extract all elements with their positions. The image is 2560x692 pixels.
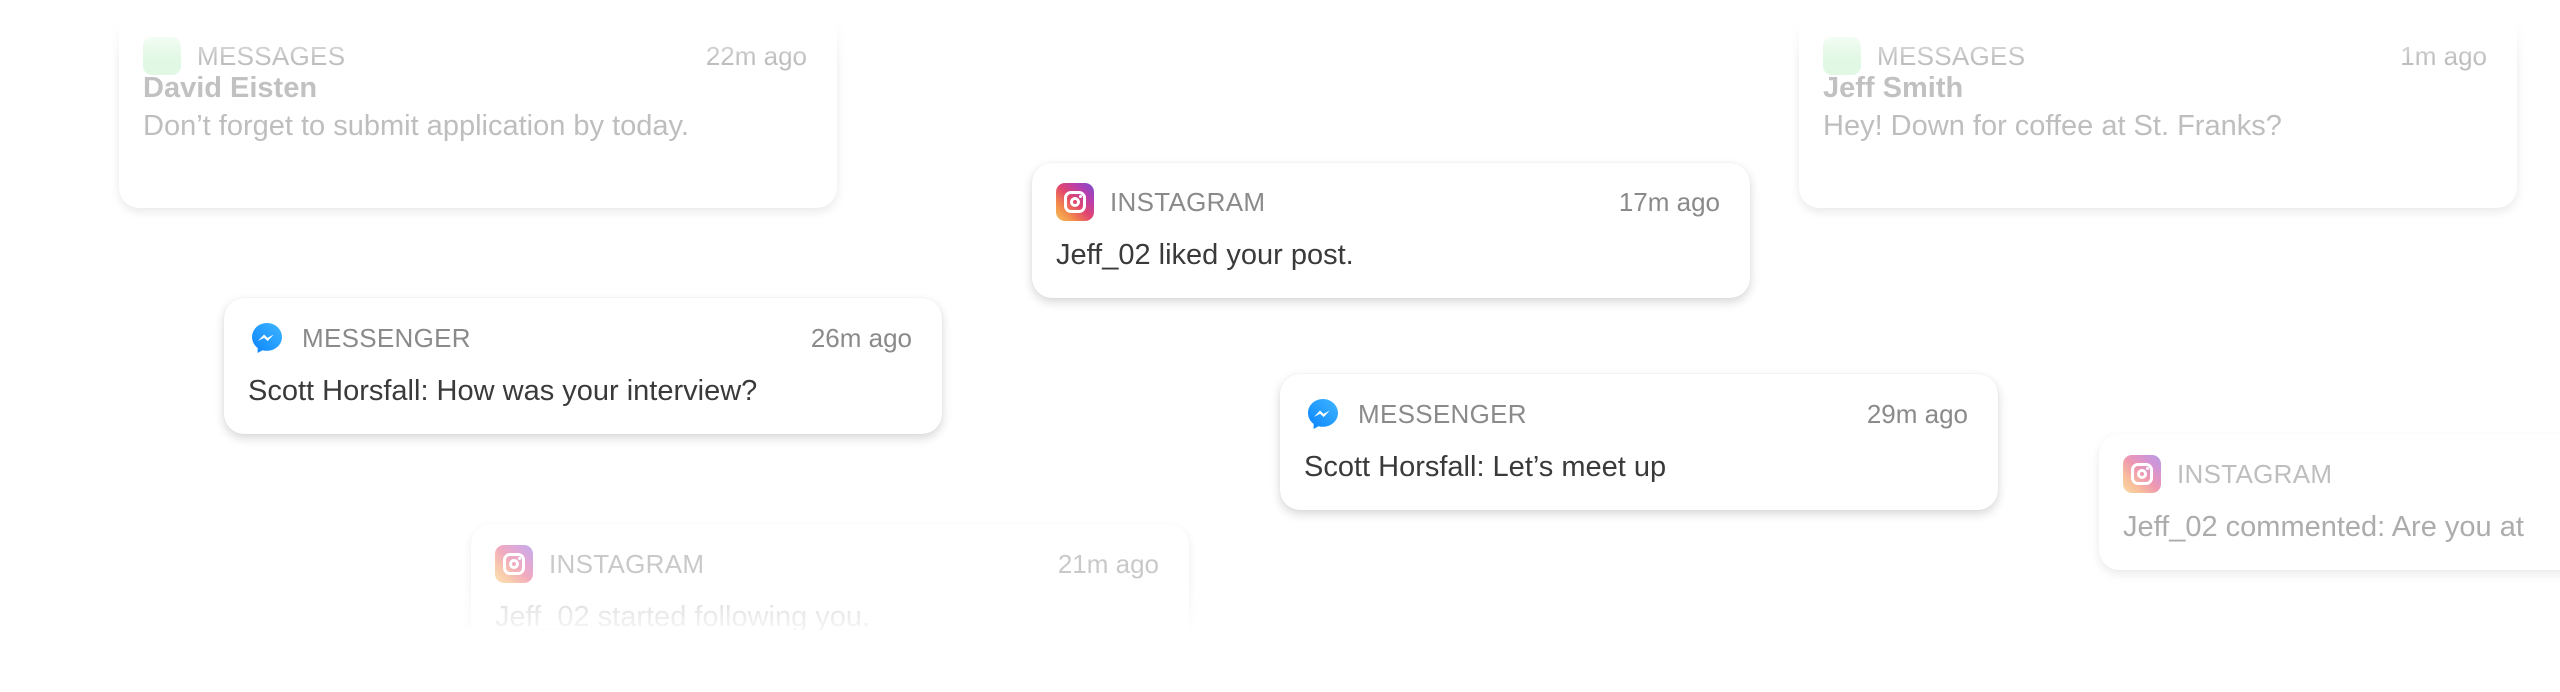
notification-title: David Eisten [143, 72, 318, 104]
app-name: INSTAGRAM [2177, 458, 2333, 489]
messages-icon [1823, 37, 1861, 75]
notification-body: Jeff_02 started following you. [495, 601, 871, 633]
app-name: MESSAGES [1877, 40, 2026, 71]
app-name: INSTAGRAM [549, 548, 705, 579]
app-name: INSTAGRAM [1110, 186, 1266, 217]
notification-collage: MESSAGES 22m ago David Eisten Don’t forg… [0, 0, 2560, 692]
notification-time: 29m ago [1866, 398, 1968, 429]
app-name: MESSENGER [302, 322, 471, 353]
instagram-icon [1056, 183, 1094, 221]
notification-body: Jeff_02 liked your post. [1056, 239, 1354, 271]
notification-body: Hey! Down for coffee at St. Franks? [1823, 110, 2282, 142]
notification-time: 26m ago [810, 322, 912, 353]
notification-card-instagram-comment[interactable]: INSTAGRAM Jeff_02 commented: Are you at [2099, 434, 2560, 570]
notification-time: 21m ago [1057, 548, 1159, 579]
instagram-icon [495, 545, 533, 583]
notification-body: Scott Horsfall: Let’s meet up [1304, 451, 1667, 483]
notification-card-instagram-follow[interactable]: INSTAGRAM 21m ago Jeff_02 started follow… [471, 524, 1189, 660]
notification-card-instagram-like[interactable]: INSTAGRAM 17m ago Jeff_02 liked your pos… [1032, 163, 1750, 298]
notification-time: 1m ago [2400, 40, 2487, 71]
notification-card-messages-david[interactable]: MESSAGES 22m ago David Eisten Don’t forg… [119, 0, 837, 208]
notification-card-messenger-meetup[interactable]: MESSENGER 29m ago Scott Horsfall: Let’s … [1280, 374, 1998, 510]
notification-time: 22m ago [705, 40, 807, 71]
notification-time: 17m ago [1618, 186, 1720, 217]
app-name: MESSAGES [197, 40, 346, 71]
bottom-fade [0, 580, 2560, 692]
messenger-icon [248, 319, 286, 357]
notification-body: Scott Horsfall: How was your interview? [248, 375, 758, 407]
messenger-icon [1304, 395, 1342, 433]
instagram-icon [2123, 455, 2161, 493]
notification-body: Jeff_02 commented: Are you at [2123, 511, 2524, 543]
notification-card-messenger-interview[interactable]: MESSENGER 26m ago Scott Horsfall: How wa… [224, 298, 942, 434]
notification-title: Jeff Smith [1823, 72, 1964, 104]
notification-card-messages-jeff[interactable]: MESSAGES 1m ago Jeff Smith Hey! Down for… [1799, 0, 2517, 208]
messages-icon [143, 37, 181, 75]
app-name: MESSENGER [1358, 398, 1527, 429]
notification-body: Don’t forget to submit application by to… [143, 110, 689, 142]
bottom-blank [0, 630, 2560, 692]
